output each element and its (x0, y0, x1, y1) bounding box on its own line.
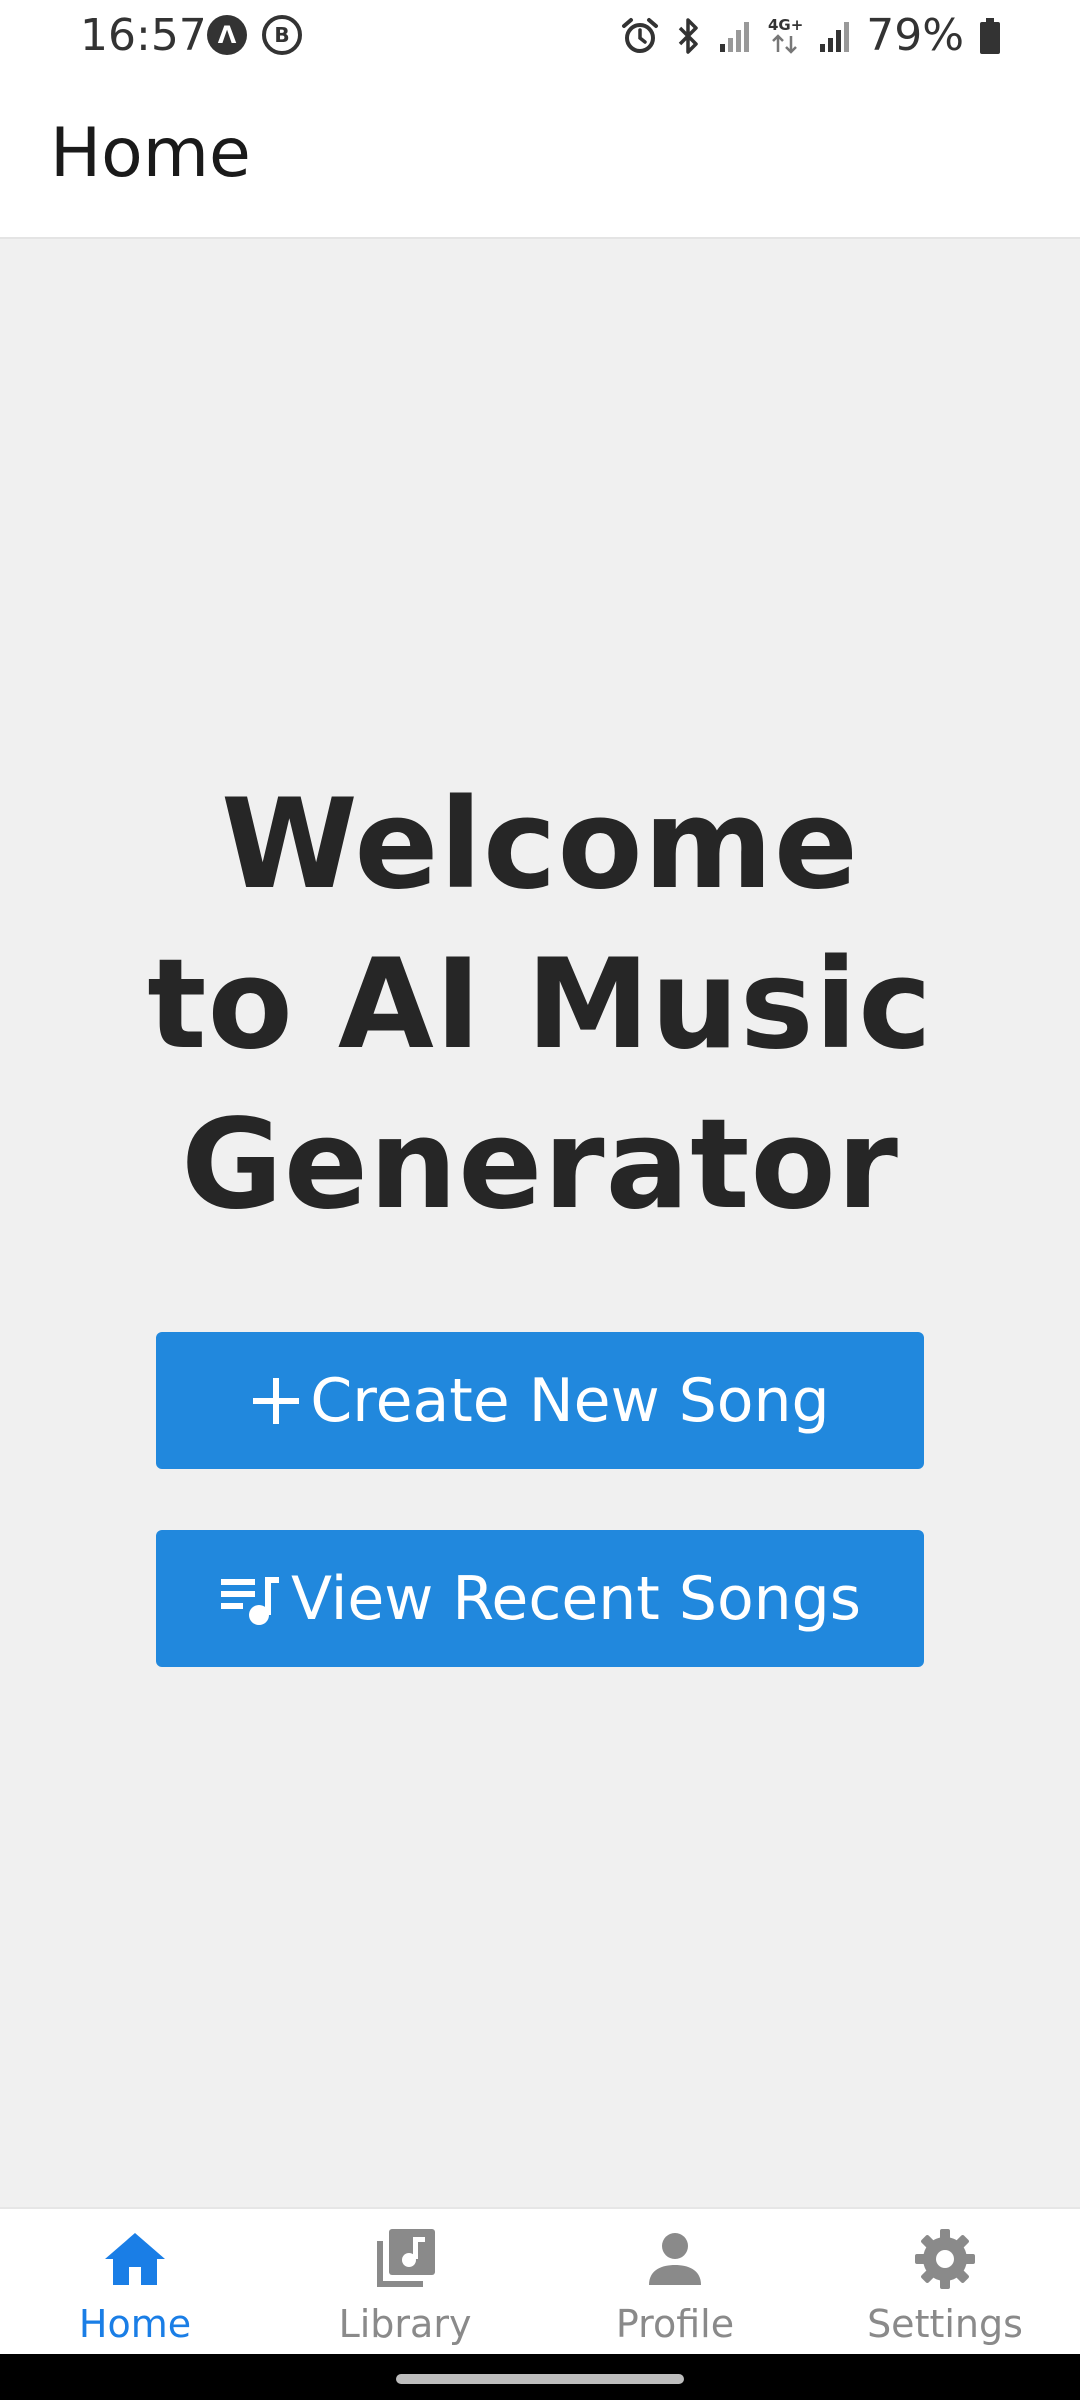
create-new-song-label: Create New Song (310, 1365, 830, 1436)
notification-a-icon: Λ (207, 15, 247, 55)
library-icon (371, 2225, 439, 2293)
system-navigation-bar (0, 2354, 1080, 2400)
signal-icon (718, 16, 752, 56)
home-indicator[interactable] (396, 2374, 684, 2384)
nav-label-profile: Profile (615, 2302, 735, 2346)
nav-label-home: Home (78, 2302, 192, 2346)
notification-b-icon: B (262, 15, 302, 55)
signal-icon-2 (818, 16, 852, 56)
app-bar: Home (0, 72, 1080, 239)
nav-item-library[interactable]: Library (270, 2209, 540, 2354)
alarm-icon (620, 16, 660, 56)
view-recent-songs-label: View Recent Songs (290, 1563, 862, 1634)
nav-item-settings[interactable]: Settings (810, 2209, 1080, 2354)
svg-text:4G+: 4G+ (768, 16, 803, 34)
nav-item-home[interactable]: Home (0, 2209, 270, 2354)
nav-label-settings: Settings (867, 2302, 1023, 2346)
create-new-song-button[interactable]: Create New Song (156, 1332, 924, 1469)
welcome-title: Welcome to AI Music Generator (147, 773, 933, 1237)
person-icon (641, 2225, 709, 2293)
status-right-group: 4G+ 79% (620, 8, 1002, 64)
plus-icon (250, 1375, 302, 1427)
battery-percentage: 79% (866, 10, 964, 61)
bottom-navigation: Home Library Profile Settings (0, 2207, 1080, 2354)
data-arrows-icon: 4G+ (766, 14, 804, 58)
nav-label-library: Library (338, 2302, 472, 2346)
playlist-music-icon (219, 1571, 283, 1627)
nav-item-profile[interactable]: Profile (540, 2209, 810, 2354)
battery-icon (978, 16, 1002, 56)
status-time: 16:57 (80, 10, 207, 61)
gear-icon (911, 2225, 979, 2293)
home-icon (101, 2225, 169, 2293)
page-title: Home (50, 114, 251, 193)
view-recent-songs-button[interactable]: View Recent Songs (156, 1530, 924, 1667)
status-bar: 16:57 Λ B 4G+ 79% (0, 0, 1080, 72)
bluetooth-icon (674, 16, 704, 56)
